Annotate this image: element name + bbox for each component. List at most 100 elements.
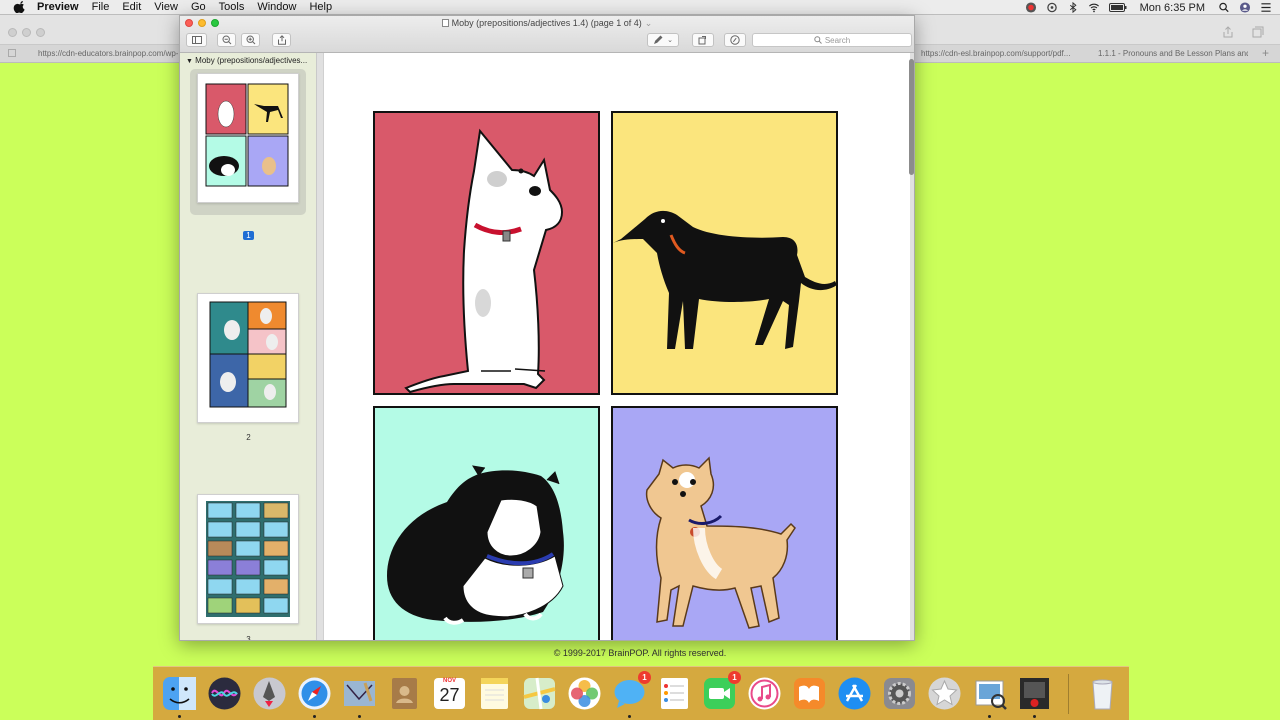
sidebar-toggle-button[interactable] xyxy=(186,33,207,47)
dock-system-preferences[interactable] xyxy=(881,675,918,712)
battery-icon[interactable] xyxy=(1108,2,1127,13)
dock-safari[interactable] xyxy=(296,675,333,718)
running-indicator xyxy=(988,715,991,718)
running-indicator xyxy=(178,715,181,718)
notes-icon xyxy=(481,678,508,709)
spotlight-search-icon[interactable] xyxy=(1218,2,1230,13)
preview-window: Moby (prepositions/adjectives 1.4) (page… xyxy=(179,15,915,641)
mail-icon xyxy=(344,681,375,706)
settings-status-icon[interactable] xyxy=(1046,2,1058,13)
share-icon[interactable] xyxy=(1222,26,1234,38)
vertical-scrollbar[interactable] xyxy=(909,59,914,175)
finder-icon xyxy=(163,677,196,710)
screen-record-icon[interactable] xyxy=(1025,2,1037,13)
browser-tab-1[interactable]: https://cdn-educators.brainpop.com/wp-..… xyxy=(38,49,178,58)
menu-preview[interactable]: Preview xyxy=(37,1,79,13)
notification-center-icon[interactable] xyxy=(1260,2,1272,13)
running-indicator xyxy=(358,715,361,718)
document-proxy-icon[interactable] xyxy=(441,19,449,27)
markup-button[interactable] xyxy=(724,33,746,47)
browser-minimize-button[interactable] xyxy=(22,28,31,37)
search-placeholder: Search xyxy=(824,35,851,45)
bulldog-illustration xyxy=(387,465,564,625)
running-indicator xyxy=(313,715,316,718)
new-tab-icon[interactable]: + xyxy=(1262,46,1269,60)
appstore-icon xyxy=(838,677,871,710)
dock-maps[interactable] xyxy=(521,675,558,712)
title-chevron-icon[interactable]: ⌄ xyxy=(645,18,653,28)
dock-messages[interactable]: 1 xyxy=(611,671,651,718)
dock-ibooks[interactable] xyxy=(791,675,828,712)
dock-siri[interactable] xyxy=(206,675,243,712)
dock-mail[interactable] xyxy=(341,675,378,718)
dock-itunes[interactable] xyxy=(746,675,783,712)
dock-notes[interactable] xyxy=(476,675,513,712)
menu-tools[interactable]: Tools xyxy=(219,1,245,13)
dock-photos[interactable] xyxy=(566,675,603,712)
markup-toolbar-button[interactable]: ⌄ xyxy=(647,33,679,47)
menu-go[interactable]: Go xyxy=(191,1,206,13)
browser-zoom-button[interactable] xyxy=(36,28,45,37)
zoom-out-button[interactable] xyxy=(217,33,236,47)
greyhound-illustration xyxy=(613,210,837,349)
browser-tab-2[interactable]: https://cdn-esl.brainpop.com/support/pdf… xyxy=(921,49,1071,58)
zoom-in-button[interactable] xyxy=(241,33,260,47)
page-thumbnail-1[interactable] xyxy=(197,73,299,203)
document-view[interactable] xyxy=(317,53,914,640)
menu-edit[interactable]: Edit xyxy=(122,1,141,13)
share-icon xyxy=(277,35,286,45)
search-field[interactable]: Search xyxy=(752,33,912,47)
dock-launchpad[interactable] xyxy=(251,675,288,712)
reeder-icon xyxy=(928,677,961,710)
browser-tab-3[interactable]: 1.1.1 - Pronouns and Be Lesson Plans and… xyxy=(1098,49,1248,58)
clock[interactable]: Mon 6:35 PM xyxy=(1140,2,1205,14)
system-preferences-icon xyxy=(884,678,915,709)
share-button[interactable] xyxy=(272,33,291,47)
bluetooth-icon[interactable] xyxy=(1067,2,1079,13)
disclosure-triangle-icon[interactable]: ▼ xyxy=(186,58,193,65)
apple-menu-icon[interactable] xyxy=(13,1,27,13)
dock-appstore[interactable] xyxy=(836,675,873,712)
window-title-text: Moby (prepositions/adjectives 1.4) (page… xyxy=(451,18,642,28)
page-thumbnail-3[interactable] xyxy=(197,494,299,624)
photos-icon xyxy=(568,677,601,710)
itunes-icon xyxy=(748,677,781,710)
chihuahua-illustration xyxy=(645,456,796,629)
ibooks-icon xyxy=(794,678,825,709)
user-account-icon[interactable] xyxy=(1239,2,1251,13)
page-thumbnail-2[interactable] xyxy=(197,293,299,423)
siri-icon xyxy=(208,677,241,710)
panel-chihuahua xyxy=(611,406,838,640)
bookmarks-icon[interactable] xyxy=(8,49,16,57)
dock-finder[interactable] xyxy=(161,675,198,718)
dock-reeder[interactable] xyxy=(926,675,963,712)
menu-file[interactable]: File xyxy=(92,1,110,13)
white-dog-illustration xyxy=(404,128,564,394)
zoom-in-icon xyxy=(245,35,255,45)
tabs-overview-icon[interactable] xyxy=(1252,26,1264,38)
running-indicator xyxy=(1033,715,1036,718)
rotate-button[interactable] xyxy=(692,33,714,47)
panel-bulldog xyxy=(373,406,600,640)
search-icon xyxy=(814,36,822,44)
browser-close-button[interactable] xyxy=(8,28,17,37)
messages-badge: 1 xyxy=(638,671,651,684)
calendar-month: NOV xyxy=(442,678,456,684)
dock-calendar[interactable]: NOV 27 xyxy=(431,675,468,712)
menu-help[interactable]: Help xyxy=(309,1,332,13)
dock-contacts[interactable] xyxy=(386,675,423,712)
copyright-text: © 1999-2017 BrainPOP. All rights reserve… xyxy=(553,648,727,658)
menu-window[interactable]: Window xyxy=(257,1,296,13)
dock-reminders[interactable] xyxy=(656,675,693,712)
dock-trash[interactable] xyxy=(1084,675,1121,712)
dock: NOV 27 1 1 xyxy=(153,666,1129,720)
dock-facetime[interactable]: 1 xyxy=(701,671,741,712)
wifi-icon[interactable] xyxy=(1088,2,1100,13)
menu-view[interactable]: View xyxy=(154,1,178,13)
facetime-badge: 1 xyxy=(728,671,741,684)
sidebar-document-title[interactable]: ▼ Moby (prepositions/adjectives... xyxy=(186,56,314,65)
dock-preview[interactable] xyxy=(971,675,1008,718)
menu-bar: Preview File Edit View Go Tools Window H… xyxy=(0,0,1280,15)
panel-white-dog xyxy=(373,111,600,395)
dock-photobooth[interactable] xyxy=(1016,675,1053,718)
